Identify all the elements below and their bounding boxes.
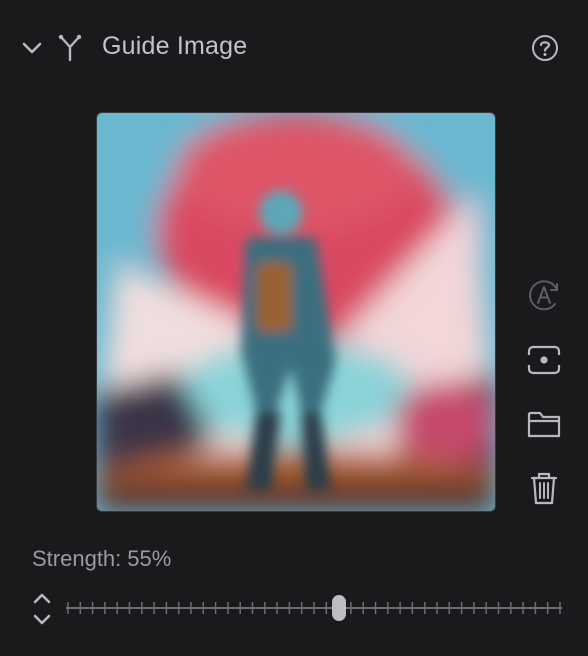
slider-ticks [67, 602, 561, 614]
slider-thumb[interactable] [331, 595, 346, 621]
strength-slider[interactable] [66, 590, 562, 626]
help-icon[interactable] [530, 33, 560, 63]
strength-readout: Strength: 55% [32, 546, 171, 572]
strength-label: Strength: [32, 546, 122, 571]
stepper-chevrons-icon[interactable] [28, 590, 56, 628]
trash-icon[interactable] [524, 468, 564, 508]
chevron-down-icon[interactable] [20, 36, 44, 60]
panel-title: Guide Image [102, 32, 248, 60]
guide-image-thumbnail[interactable] [96, 112, 496, 512]
strength-value: 55% [127, 546, 172, 571]
folder-icon[interactable] [524, 404, 564, 444]
fork-icon [56, 33, 84, 63]
capture-frame-icon[interactable] [524, 340, 564, 380]
auto-a-icon[interactable] [524, 276, 564, 316]
guide-image-panel: Guide Image Strength: 55% [0, 0, 588, 656]
panel-header: Guide Image [0, 22, 588, 74]
